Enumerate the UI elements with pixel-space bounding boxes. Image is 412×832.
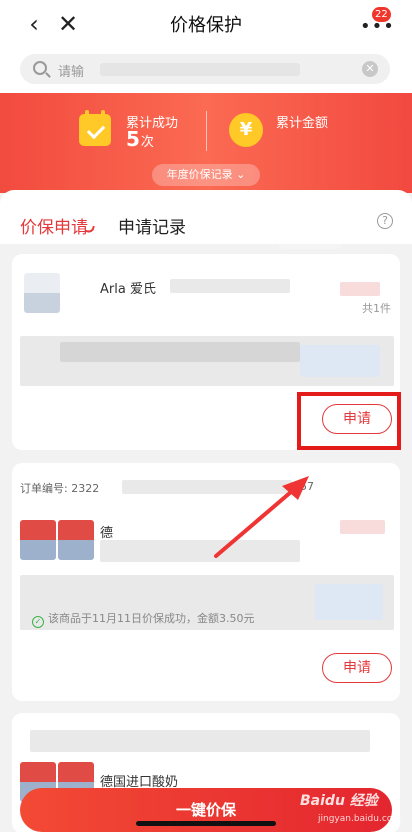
search-bar-container: 请输 ✕ xyxy=(0,48,412,93)
annotation-highlight-box xyxy=(297,392,401,450)
blurred-text xyxy=(100,540,300,562)
product-thumbnail[interactable] xyxy=(24,273,60,313)
stats-banner: 累计成功 5次 ¥ 累计金额 年度价保记录 ⌄ xyxy=(0,93,412,249)
order-time: 57 xyxy=(300,480,314,493)
blurred-order-number xyxy=(122,480,292,494)
year-record-button[interactable]: 年度价保记录 ⌄ xyxy=(152,164,260,186)
watermark-url: jingyan.baidu.com xyxy=(318,814,402,824)
order-number: 订单编号: 2322 xyxy=(20,482,100,495)
home-indicator xyxy=(136,821,276,826)
blurred-price xyxy=(340,520,385,534)
search-blurred-text xyxy=(100,63,300,76)
amount-label: 累计金额 xyxy=(276,116,329,131)
product-thumbnail[interactable] xyxy=(58,520,94,560)
tab-bar: 价保申请 申请记录 xyxy=(0,190,412,244)
search-placeholder: 请输 xyxy=(58,65,85,80)
watermark-logo: Baidu 经验 xyxy=(300,793,378,809)
page-title: 价格保护 xyxy=(170,15,242,36)
price-protect-success-note: ✓ 该商品于11月11日价保成功，金额3.50元 xyxy=(32,610,255,628)
blurred-text xyxy=(170,279,290,293)
product-title: Arla 爱氏 xyxy=(100,282,156,297)
item-count: 共1件 xyxy=(362,302,391,315)
product-title: 德 xyxy=(100,526,114,541)
notification-badge: 22 xyxy=(372,7,391,22)
tab-apply-records[interactable]: 申请记录 xyxy=(118,213,186,238)
check-circle-icon: ✓ xyxy=(32,616,44,628)
blurred-text xyxy=(30,730,370,752)
coin-icon: ¥ xyxy=(229,113,263,147)
help-icon[interactable]: ? xyxy=(377,213,393,229)
success-count-value: 5次 xyxy=(126,127,154,151)
active-tab-indicator xyxy=(85,224,95,234)
apply-button[interactable]: 申请 xyxy=(322,653,392,683)
blurred-info-text xyxy=(60,342,300,362)
blurred-link xyxy=(300,345,380,377)
clear-icon[interactable]: ✕ xyxy=(362,61,378,77)
blurred-link xyxy=(315,584,383,620)
blurred-price xyxy=(340,282,380,296)
tab-price-protect-apply[interactable]: 价保申请 xyxy=(20,213,88,238)
calendar-check-icon xyxy=(79,110,111,146)
search-icon xyxy=(33,61,47,75)
top-nav-bar: ‹ ✕ 价格保护 ••• 22 xyxy=(0,0,412,48)
search-input[interactable]: 请输 ✕ xyxy=(20,54,390,84)
product-thumbnail[interactable] xyxy=(20,520,56,560)
stats-divider xyxy=(206,111,207,151)
